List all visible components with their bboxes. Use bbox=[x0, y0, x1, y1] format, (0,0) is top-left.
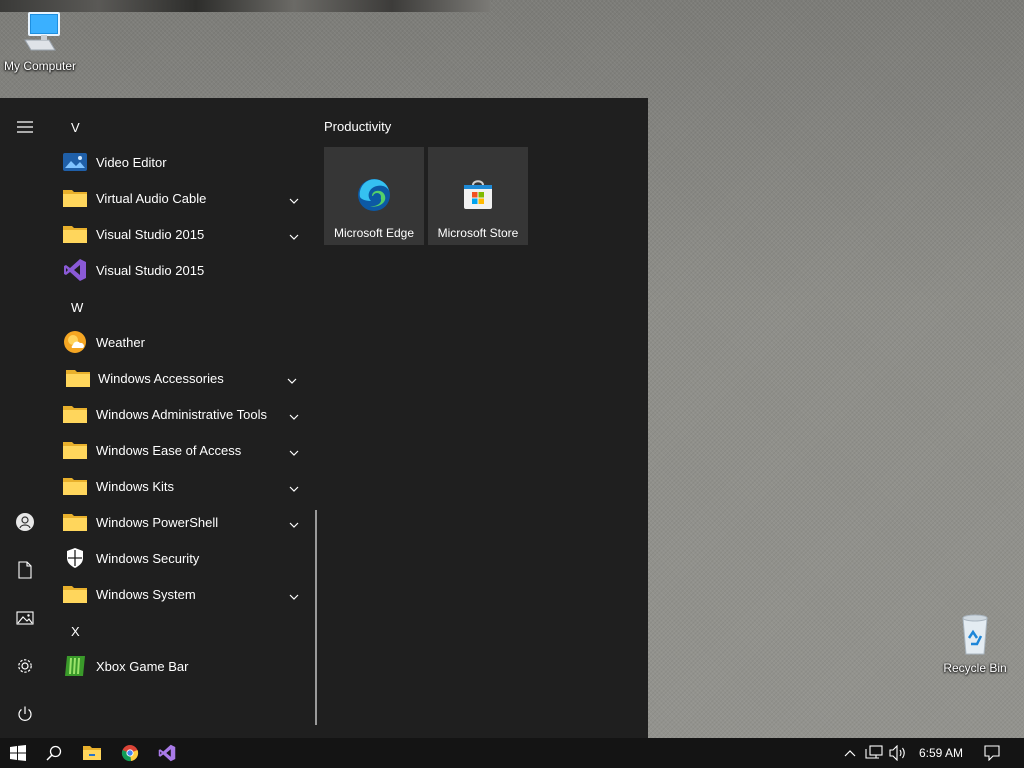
app-name: Virtual Audio Cable bbox=[96, 190, 207, 206]
app-video-editor[interactable]: Video Editor bbox=[50, 144, 312, 180]
chevron-down-icon[interactable] bbox=[288, 517, 300, 528]
windows-start-icon[interactable] bbox=[0, 738, 36, 768]
weather-icon bbox=[63, 330, 87, 354]
app-name: Windows Administrative Tools bbox=[96, 406, 267, 422]
folder-icon bbox=[63, 186, 87, 210]
notification-icon[interactable] bbox=[978, 738, 1006, 768]
app-name: Xbox Game Bar bbox=[96, 658, 189, 674]
taskbar-clock[interactable]: 6:59 AM bbox=[912, 738, 970, 768]
search-icon[interactable] bbox=[36, 738, 72, 768]
settings-gear-icon[interactable] bbox=[10, 651, 40, 681]
hamburger-menu-icon[interactable] bbox=[10, 112, 40, 142]
app-name: Video Editor bbox=[96, 154, 167, 170]
store-icon bbox=[460, 177, 496, 213]
taskbar: 6:59 AM bbox=[0, 738, 1024, 768]
documents-icon[interactable] bbox=[10, 555, 40, 585]
app-folder-visual-studio-2015[interactable]: Visual Studio 2015 bbox=[50, 216, 312, 252]
app-name: Windows System bbox=[96, 586, 196, 602]
video-editor-icon bbox=[63, 150, 87, 174]
folder-icon bbox=[63, 582, 87, 606]
app-name: Windows Ease of Access bbox=[96, 442, 242, 458]
folder-icon bbox=[63, 402, 87, 426]
folder-icon bbox=[63, 474, 87, 498]
folder-icon bbox=[63, 222, 87, 246]
app-folder-windows-kits[interactable]: Windows Kits bbox=[50, 468, 312, 504]
app-folder-windows-administrative-tools[interactable]: Windows Administrative Tools bbox=[50, 396, 312, 432]
desktop-icon-my-computer[interactable]: My Computer bbox=[0, 10, 80, 73]
app-name: Windows Security bbox=[96, 550, 200, 566]
visual-studio-icon[interactable] bbox=[149, 738, 185, 768]
chevron-down-icon[interactable] bbox=[288, 229, 300, 240]
folder-icon bbox=[63, 510, 87, 534]
section-letter-x[interactable]: X bbox=[71, 622, 80, 642]
folder-icon bbox=[66, 366, 90, 390]
network-icon[interactable] bbox=[862, 738, 886, 768]
tile-label: Microsoft Store bbox=[437, 226, 519, 240]
tile-group-title[interactable]: Productivity bbox=[324, 119, 391, 134]
app-name: Windows Kits bbox=[96, 478, 175, 494]
tile-microsoft-edge[interactable]: Microsoft Edge bbox=[324, 147, 424, 245]
computer-icon bbox=[17, 12, 63, 57]
file-explorer-icon[interactable] bbox=[74, 738, 110, 768]
recycle-bin-label: Recycle Bin bbox=[943, 661, 1007, 675]
pictures-icon[interactable] bbox=[10, 603, 40, 633]
chrome-icon[interactable] bbox=[112, 738, 148, 768]
app-weather[interactable]: Weather bbox=[50, 324, 312, 360]
power-icon[interactable] bbox=[10, 699, 40, 729]
app-folder-windows-powershell[interactable]: Windows PowerShell bbox=[50, 504, 312, 540]
app-list: V Video Editor Virtual Audio Cable Visua… bbox=[50, 98, 312, 738]
my-computer-label: My Computer bbox=[3, 59, 77, 73]
chevron-down-icon[interactable] bbox=[286, 373, 298, 384]
app-name: Windows Accessories bbox=[98, 370, 224, 386]
app-visual-studio-2015[interactable]: Visual Studio 2015 bbox=[50, 252, 312, 288]
start-menu: V Video Editor Virtual Audio Cable Visua… bbox=[0, 98, 648, 738]
app-list-scrollbar[interactable] bbox=[315, 510, 317, 725]
chevron-down-icon[interactable] bbox=[288, 589, 300, 600]
folder-icon bbox=[63, 438, 87, 462]
section-letter-v[interactable]: V bbox=[71, 118, 80, 138]
shield-icon bbox=[63, 546, 87, 570]
recycle-bin-icon bbox=[953, 614, 997, 659]
chevron-down-icon[interactable] bbox=[288, 481, 300, 492]
chevron-down-icon[interactable] bbox=[288, 409, 300, 420]
visual-studio-icon bbox=[63, 258, 87, 282]
app-name: Weather bbox=[96, 334, 145, 350]
app-name: Visual Studio 2015 bbox=[96, 226, 205, 242]
app-folder-virtual-audio-cable[interactable]: Virtual Audio Cable bbox=[50, 180, 312, 216]
app-folder-windows-ease-of-access[interactable]: Windows Ease of Access bbox=[50, 432, 312, 468]
app-folder-windows-system[interactable]: Windows System bbox=[50, 576, 312, 612]
tile-label: Microsoft Edge bbox=[333, 226, 415, 240]
xbox-game-bar-icon bbox=[63, 654, 87, 678]
app-windows-security[interactable]: Windows Security bbox=[50, 540, 312, 576]
tile-microsoft-store[interactable]: Microsoft Store bbox=[428, 147, 528, 245]
app-name: Visual Studio 2015 bbox=[96, 262, 205, 278]
volume-icon[interactable] bbox=[886, 738, 910, 768]
app-xbox-game-bar[interactable]: Xbox Game Bar bbox=[50, 648, 312, 684]
user-account-icon[interactable] bbox=[10, 507, 40, 537]
start-menu-rail bbox=[0, 98, 50, 738]
edge-icon bbox=[356, 177, 392, 213]
desktop-icon-recycle-bin[interactable]: Recycle Bin bbox=[935, 612, 1015, 675]
chevron-down-icon[interactable] bbox=[288, 193, 300, 204]
chevron-down-icon[interactable] bbox=[288, 445, 300, 456]
chevron-up-icon[interactable] bbox=[840, 738, 860, 768]
section-letter-w[interactable]: W bbox=[71, 298, 83, 318]
app-name: Windows PowerShell bbox=[96, 514, 219, 530]
app-folder-windows-accessories[interactable]: Windows Accessories bbox=[50, 360, 312, 396]
